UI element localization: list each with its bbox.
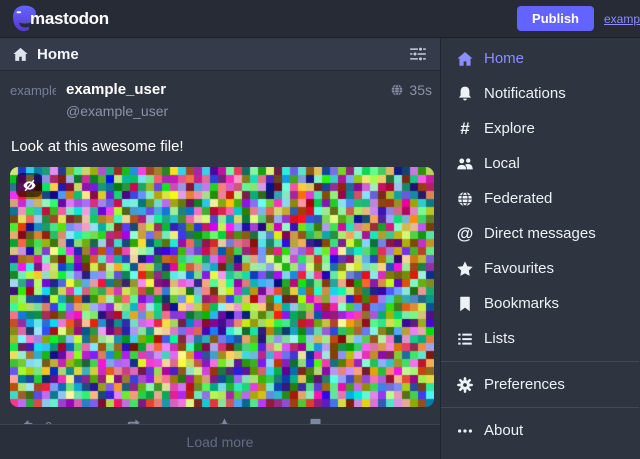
ellipsis-icon — [455, 421, 475, 441]
ellipsis-icon — [397, 417, 416, 425]
status-action-bar: 0 — [10, 407, 432, 424]
list-icon — [455, 329, 475, 349]
reply-icon — [20, 417, 39, 425]
load-more-button[interactable]: Load more — [0, 424, 440, 459]
globe-icon — [455, 189, 475, 209]
home-icon — [12, 46, 29, 63]
sidebar-item-home[interactable]: Home — [441, 41, 639, 76]
favourite-button[interactable] — [215, 417, 234, 425]
sidebar-item-label: Notifications — [484, 85, 566, 102]
sidebar-item-notifications[interactable]: Notifications — [441, 76, 639, 111]
mastodon-logo[interactable]: mastodon — [12, 5, 109, 32]
status-header: example_user example_user @example_user … — [10, 82, 432, 128]
boost-icon — [124, 417, 143, 425]
status-text: Look at this awesome file! — [11, 137, 432, 157]
sidebar-item-about[interactable]: About — [441, 413, 639, 448]
more-button[interactable] — [397, 417, 416, 425]
sidebar-item-favourites[interactable]: Favourites — [441, 251, 639, 286]
sidebar-item-label: Explore — [484, 120, 535, 137]
bookmark-icon — [455, 294, 475, 314]
status-media[interactable] — [10, 167, 434, 407]
sidebar-item-local[interactable]: Local — [441, 146, 639, 181]
sidebar-item-label: Home — [484, 50, 524, 67]
brand-wordmark: mastodon — [30, 9, 109, 29]
sliders-icon — [408, 44, 428, 64]
sidebar-item-label: Local — [484, 155, 520, 172]
account-handle: @example_user — [66, 103, 168, 119]
timestamp-link[interactable]: 35s — [390, 82, 432, 98]
home-timeline-column: Home example_user example_user — [0, 38, 441, 459]
account-names[interactable]: example_user @example_user — [66, 82, 168, 119]
eye-slash-icon — [22, 178, 37, 193]
sidebar-item-label: Direct messages — [484, 225, 596, 242]
sidebar-item-direct-messages[interactable]: @ Direct messages — [441, 216, 639, 251]
status-post: example_user example_user @example_user … — [0, 71, 440, 424]
navigation-panel: Home Notifications # Explore Local Federated @… — [441, 38, 639, 459]
gear-icon — [455, 375, 475, 395]
account-link-clip: example_user — [604, 10, 640, 28]
top-bar: mastodon Publish example_user — [0, 0, 640, 38]
status-media-image[interactable] — [10, 167, 434, 407]
sidebar-item-preferences[interactable]: Preferences — [441, 367, 639, 402]
sidebar-item-lists[interactable]: Lists — [441, 321, 639, 356]
timestamp: 35s — [409, 82, 432, 98]
hide-media-button[interactable] — [16, 173, 42, 197]
reply-button[interactable]: 0 — [20, 417, 52, 425]
column-settings-button[interactable] — [408, 44, 428, 64]
home-icon — [455, 49, 475, 69]
boost-button[interactable] — [124, 417, 143, 425]
publish-button[interactable]: Publish — [517, 6, 594, 31]
sidebar-item-label: Bookmarks — [484, 295, 559, 312]
column-header[interactable]: Home — [0, 38, 440, 71]
bell-icon — [455, 84, 475, 104]
sidebar-item-label: Federated — [484, 190, 552, 207]
main-layout: Home example_user example_user — [0, 38, 640, 459]
star-icon — [455, 259, 475, 279]
star-icon — [215, 417, 234, 425]
avatar[interactable]: example_user — [10, 82, 56, 128]
sidebar-item-label: Lists — [484, 330, 515, 347]
bookmark-icon — [306, 417, 325, 425]
globe-icon — [390, 83, 404, 97]
display-name: example_user — [66, 82, 168, 98]
users-icon — [455, 154, 475, 174]
bookmark-button[interactable] — [306, 417, 325, 425]
at-icon: @ — [455, 224, 475, 244]
hashtag-icon: # — [455, 119, 475, 139]
sidebar-item-explore[interactable]: # Explore — [441, 111, 639, 146]
account-link[interactable]: example_user — [604, 12, 640, 26]
sidebar-divider — [441, 361, 639, 362]
sidebar-item-label: Favourites — [484, 260, 554, 277]
avatar-alt-text: example_user — [10, 83, 56, 98]
column-title: Home — [37, 46, 79, 63]
sidebar-item-label: About — [484, 422, 523, 439]
sidebar-item-bookmarks[interactable]: Bookmarks — [441, 286, 639, 321]
sidebar-divider — [441, 407, 639, 408]
sidebar-item-label: Preferences — [484, 376, 565, 393]
sidebar-item-federated[interactable]: Federated — [441, 181, 639, 216]
